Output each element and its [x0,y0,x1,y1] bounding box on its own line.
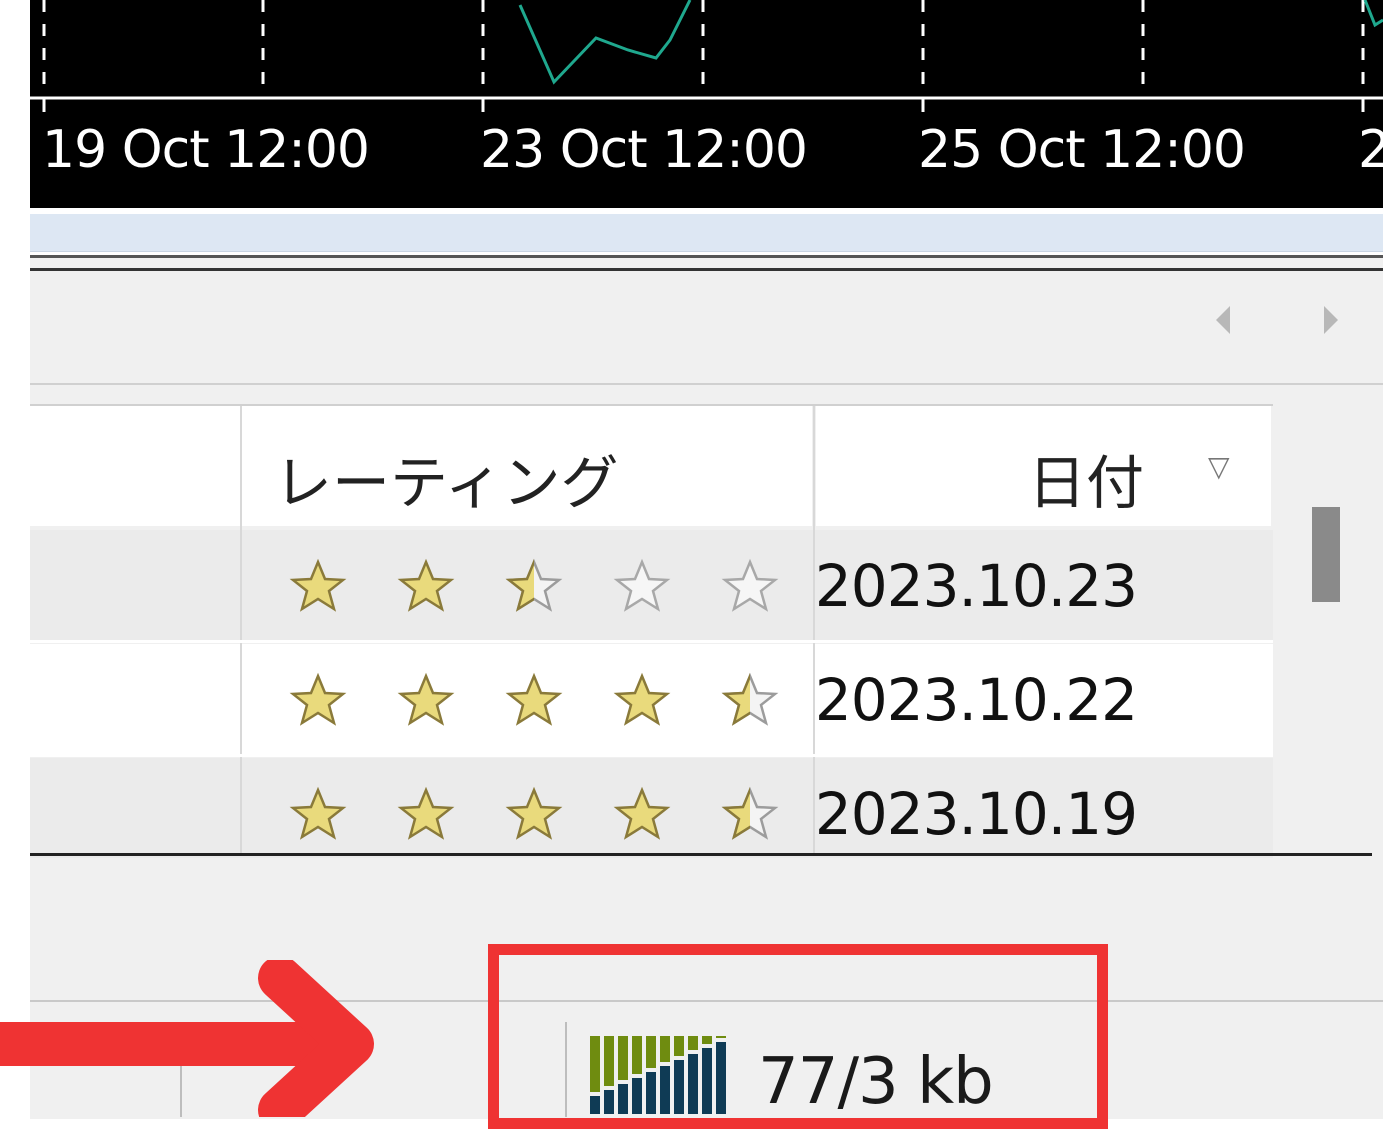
price-line-right [1363,0,1383,28]
star-icon [720,784,826,844]
sort-descending-icon: ▽ [1208,450,1230,483]
scrollbar-thumb[interactable] [1312,507,1340,602]
rating-stars [288,784,826,844]
column-header-date[interactable]: 日付 ▽ [816,406,1271,526]
star-icon [720,556,826,616]
star-icon [396,670,502,730]
table-row[interactable]: 2023.10.22 [30,644,1273,756]
date-cell: 2023.10.19 [814,780,1138,848]
date-cell: 2023.10.23 [814,552,1138,620]
tab-bar [30,271,1383,385]
pane-splitter[interactable] [30,255,1383,271]
time-ticks [42,98,1365,112]
star-icon [288,670,394,730]
highlight-box [488,944,1108,1129]
time-label: 19 Oct 12:00 [42,120,370,180]
pointer-arrow-icon [0,960,374,1117]
time-label: 25 Oct 12:00 [918,120,1246,180]
grid-lines [42,0,1365,95]
tab-scroll-left-button[interactable] [1208,300,1238,340]
star-icon [288,784,394,844]
rating-stars [288,556,826,616]
price-chart[interactable]: 19 Oct 12:00 23 Oct 12:00 25 Oct 12:00 2 [30,0,1383,208]
column-divider[interactable] [240,406,242,854]
star-icon [720,670,826,730]
column-header-date-label: 日付 [1028,449,1145,517]
row-divider [30,640,1273,643]
chevron-left-icon [1216,306,1230,334]
star-icon [396,556,502,616]
star-icon [612,784,718,844]
table-vertical-scrollbar[interactable] [1280,406,1370,856]
time-label: 23 Oct 12:00 [480,120,808,180]
table-bottom-border [30,853,1372,856]
star-icon [504,556,610,616]
star-icon [396,784,502,844]
date-cell: 2023.10.22 [814,666,1138,734]
time-label: 2 [1358,120,1383,180]
row-divider [30,754,1273,757]
column-header-name[interactable] [30,406,240,526]
tab-scroll-right-button[interactable] [1316,300,1346,340]
column-header-rating-label: レーティング [274,449,619,517]
chevron-right-icon [1324,306,1338,334]
star-icon [612,670,718,730]
star-icon [504,670,610,730]
header-top-border [30,404,1273,406]
rating-stars [288,670,826,730]
price-line [518,0,692,85]
chart-horizontal-scrollbar[interactable] [30,214,1383,252]
column-divider[interactable] [813,406,815,854]
table-row[interactable]: 2023.10.23 [30,530,1273,642]
star-icon [504,784,610,844]
star-icon [612,556,718,616]
star-icon [288,556,394,616]
column-header-rating[interactable]: レーティング [242,406,812,526]
